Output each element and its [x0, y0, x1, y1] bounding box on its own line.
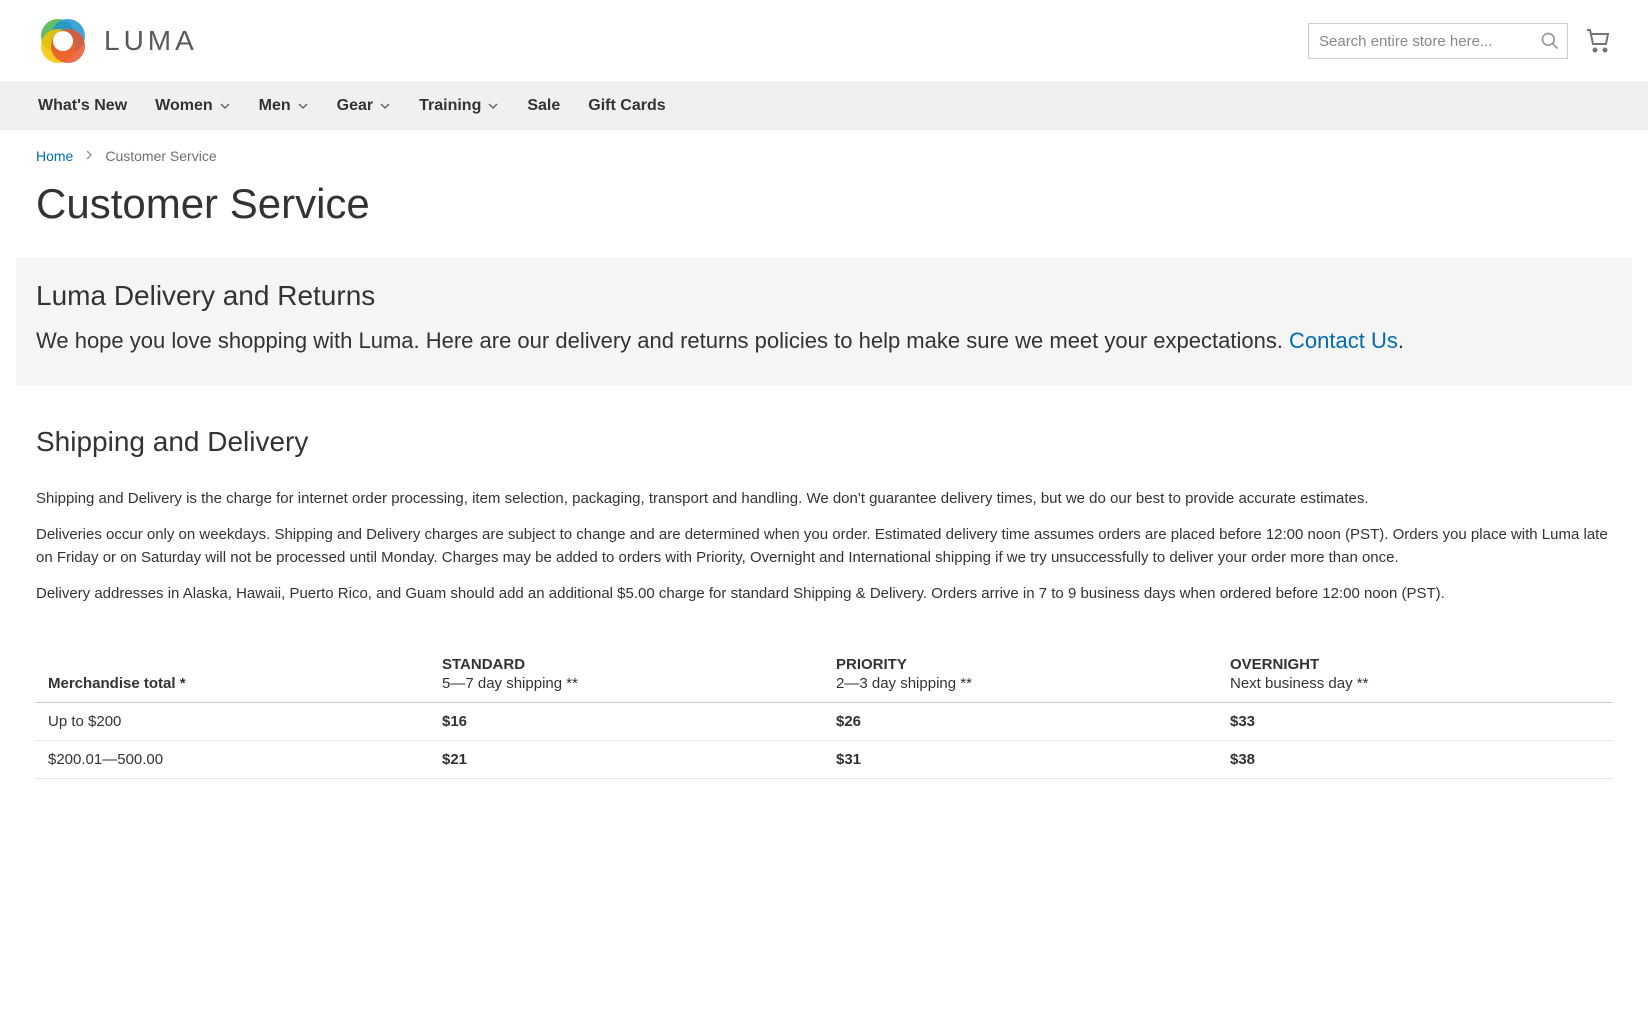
chevron-down-icon	[297, 100, 309, 112]
cell-standard: $16	[430, 702, 824, 740]
table-header-row: Merchandise total * STANDARD5—7 day ship…	[36, 646, 1612, 703]
cell-overnight: $33	[1218, 702, 1612, 740]
search-input[interactable]	[1308, 23, 1568, 59]
intro-title: Luma Delivery and Returns	[36, 280, 1612, 312]
intro-text-pre: We hope you love shopping with Luma. Her…	[36, 328, 1289, 353]
page-title: Customer Service	[0, 174, 1648, 258]
nav-item-label: Training	[419, 97, 481, 115]
th-merchandise: Merchandise total *	[36, 646, 430, 703]
search-icon[interactable]	[1540, 31, 1560, 51]
header-right	[1308, 23, 1612, 59]
shipping-table: Merchandise total * STANDARD5—7 day ship…	[36, 646, 1612, 779]
nav-item-men[interactable]: Men	[245, 83, 323, 129]
cell-range: $200.01—500.00	[36, 740, 430, 778]
table-row: Up to $200$16$26$33	[36, 702, 1612, 740]
cell-overnight: $38	[1218, 740, 1612, 778]
intro-text: We hope you love shopping with Luma. Her…	[36, 326, 1612, 356]
chevron-down-icon	[487, 100, 499, 112]
cart-icon[interactable]	[1586, 28, 1612, 54]
chevron-down-icon	[379, 100, 391, 112]
contact-us-link[interactable]: Contact Us	[1289, 328, 1398, 353]
chevron-down-icon	[219, 100, 231, 112]
nav-item-label: Women	[155, 97, 212, 115]
nav-item-sale[interactable]: Sale	[513, 83, 574, 129]
nav-item-label: Sale	[527, 97, 560, 115]
shipping-p1: Shipping and Delivery is the charge for …	[16, 488, 1632, 511]
th-overnight: OVERNIGHTNext business day **	[1218, 646, 1612, 703]
logo-icon	[36, 14, 90, 68]
intro-text-post: .	[1398, 328, 1404, 353]
th-priority: PRIORITY2—3 day shipping **	[824, 646, 1218, 703]
cell-priority: $26	[824, 702, 1218, 740]
breadcrumb-home[interactable]: Home	[36, 148, 73, 164]
shipping-p3: Delivery addresses in Alaska, Hawaii, Pu…	[16, 583, 1632, 606]
nav-item-label: Men	[259, 97, 291, 115]
cell-priority: $31	[824, 740, 1218, 778]
logo[interactable]: LUMA	[36, 14, 198, 68]
nav-item-label: What's New	[38, 97, 127, 115]
nav-item-label: Gear	[337, 97, 373, 115]
search-box	[1308, 23, 1568, 59]
logo-text: LUMA	[104, 25, 198, 57]
header: LUMA	[0, 0, 1648, 82]
nav-item-label: Gift Cards	[588, 97, 665, 115]
shipping-p2: Deliveries occur only on weekdays. Shipp…	[16, 524, 1632, 569]
main-content: Luma Delivery and Returns We hope you lo…	[0, 258, 1648, 779]
shipping-title: Shipping and Delivery	[16, 426, 1632, 458]
cell-standard: $21	[430, 740, 824, 778]
th-standard: STANDARD5—7 day shipping **	[430, 646, 824, 703]
chevron-right-icon	[85, 149, 93, 163]
breadcrumb: Home Customer Service	[0, 130, 1648, 174]
nav-item-training[interactable]: Training	[405, 83, 513, 129]
main-nav: What's New Women Men Gear Training Sale Gift C…	[0, 82, 1648, 130]
cell-range: Up to $200	[36, 702, 430, 740]
breadcrumb-current: Customer Service	[105, 148, 216, 164]
intro-box: Luma Delivery and Returns We hope you lo…	[16, 258, 1632, 386]
table-row: $200.01—500.00$21$31$38	[36, 740, 1612, 778]
nav-item-women[interactable]: Women	[141, 83, 244, 129]
nav-item-gift-cards[interactable]: Gift Cards	[574, 83, 679, 129]
nav-item-gear[interactable]: Gear	[323, 83, 405, 129]
nav-item-what-s-new[interactable]: What's New	[24, 83, 141, 129]
